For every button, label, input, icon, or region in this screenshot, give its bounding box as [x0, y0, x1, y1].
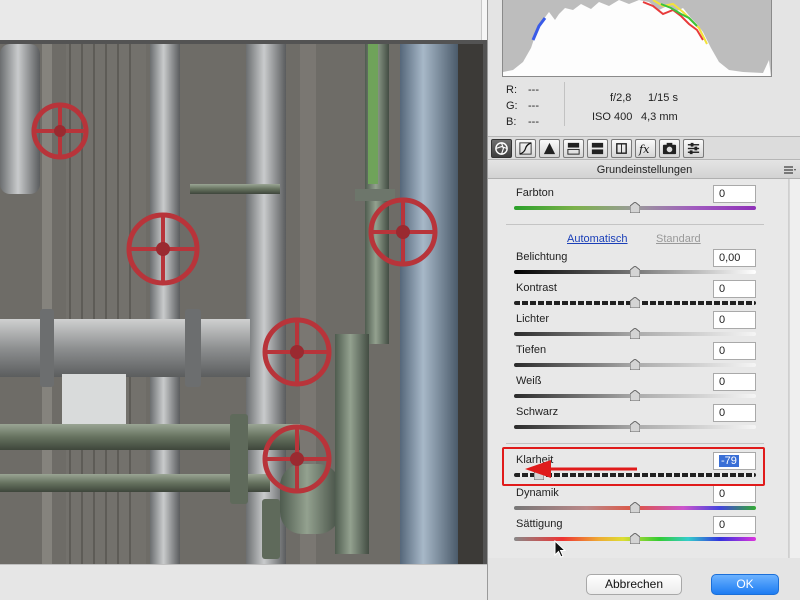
- svg-text:fx: fx: [638, 143, 650, 156]
- preview-toolbar: [0, 0, 487, 40]
- saettigung-input[interactable]: 0: [713, 516, 756, 534]
- schwarz-input[interactable]: 0: [713, 404, 756, 422]
- aperture-value: f/2,8: [610, 92, 632, 104]
- lens-corrections-tab[interactable]: [611, 139, 632, 158]
- section-divider: [506, 224, 764, 225]
- schwarz-label: Schwarz: [516, 406, 559, 418]
- basic-controls: Farbton 0 Automatisch Standard Belichtun…: [488, 179, 789, 558]
- kontrast-label: Kontrast: [516, 282, 557, 294]
- belichtung-slider-thumb[interactable]: [630, 266, 640, 277]
- tiefen-input[interactable]: 0: [713, 342, 756, 360]
- red-label: R:: [506, 84, 517, 96]
- weiss-input[interactable]: 0: [713, 373, 756, 391]
- dialog-footer: Abbrechen OK: [487, 568, 800, 600]
- lichter-slider-thumb[interactable]: [630, 328, 640, 339]
- belichtung-label: Belichtung: [516, 251, 568, 263]
- cancel-button[interactable]: Abbrechen: [586, 574, 682, 595]
- farbton-slider-thumb[interactable]: [630, 202, 640, 213]
- dynamik-slider-thumb[interactable]: [630, 502, 640, 513]
- tone-curve-tab[interactable]: [515, 139, 536, 158]
- presets-tab[interactable]: [683, 139, 704, 158]
- lichter-label: Lichter: [516, 313, 550, 325]
- tiefen-label: Tiefen: [516, 344, 547, 356]
- section-header: Grundeinstellungen: [488, 161, 800, 179]
- belichtung-input[interactable]: 0,00: [713, 249, 756, 267]
- panel-tab-bar: fx: [488, 136, 800, 160]
- lichter-input[interactable]: 0: [713, 311, 756, 329]
- iso-value: ISO 400: [592, 111, 633, 123]
- auto-tone-link[interactable]: Automatisch: [567, 233, 628, 245]
- dynamik-input[interactable]: 0: [713, 485, 756, 503]
- split-toning-tab-icon: [591, 142, 604, 155]
- lens-corrections-tab-icon: [616, 143, 627, 154]
- camera-calibration-tab[interactable]: [659, 139, 680, 158]
- weiss-label: Weiß: [516, 375, 542, 387]
- presets-tab-icon: [687, 142, 700, 155]
- dynamik-label: Dynamik: [516, 487, 559, 499]
- section-title: Grundeinstellungen: [596, 164, 693, 176]
- mouse-cursor-icon: [554, 540, 566, 558]
- weiss-slider-thumb[interactable]: [630, 390, 640, 401]
- effects-tab-icon: fx: [638, 143, 650, 156]
- annotation-arrow-icon: [525, 460, 637, 478]
- hsl-tab-icon: [567, 142, 580, 155]
- blue-label: B:: [506, 116, 517, 128]
- readout-divider: [564, 82, 565, 126]
- detail-tab[interactable]: [539, 139, 560, 158]
- default-tone-link[interactable]: Standard: [656, 233, 701, 245]
- effects-tab[interactable]: fx: [635, 139, 656, 158]
- tone-curve-tab-icon: [519, 142, 532, 155]
- panel-menu-icon[interactable]: [783, 164, 797, 176]
- tiefen-slider-thumb[interactable]: [630, 359, 640, 370]
- green-label: G:: [506, 100, 518, 112]
- saettigung-label: Sättigung: [516, 518, 563, 530]
- basic-tab[interactable]: [491, 139, 512, 158]
- hsl-tab[interactable]: [563, 139, 584, 158]
- section-divider: [506, 443, 764, 444]
- info-readouts: R: --- G: --- B: --- f/2,8 1/15 s ISO 400 4…: [488, 78, 800, 132]
- kontrast-slider-thumb[interactable]: [630, 297, 640, 308]
- basic-tab-icon: [495, 142, 508, 155]
- farbton-label: Farbton: [516, 187, 554, 199]
- green-value: ---: [528, 100, 539, 112]
- panel-scrollbar[interactable]: [789, 179, 800, 558]
- saettigung-slider-thumb[interactable]: [630, 533, 640, 544]
- histogram: [502, 0, 772, 77]
- farbton-input[interactable]: 0: [713, 185, 756, 203]
- detail-tab-icon: [543, 142, 556, 155]
- kontrast-input[interactable]: 0: [713, 280, 756, 298]
- ok-button[interactable]: OK: [711, 574, 779, 595]
- camera-raw-panel: R: --- G: --- B: --- f/2,8 1/15 s ISO 400 4…: [487, 0, 800, 600]
- shutter-value: 1/15 s: [648, 92, 678, 104]
- red-value: ---: [528, 84, 539, 96]
- schwarz-slider-thumb[interactable]: [630, 421, 640, 432]
- image-preview-area[interactable]: [0, 40, 487, 564]
- focal-length-value: 4,3 mm: [641, 111, 678, 123]
- camera-calibration-tab-icon: [662, 142, 677, 155]
- preview-photo: [0, 44, 483, 564]
- preview-status-bar: [0, 564, 487, 600]
- blue-value: ---: [528, 116, 539, 128]
- split-toning-tab[interactable]: [587, 139, 608, 158]
